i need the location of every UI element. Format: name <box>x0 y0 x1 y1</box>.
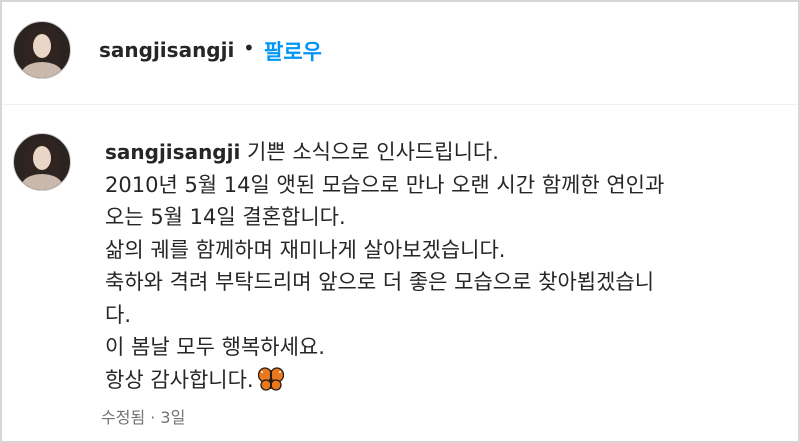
follow-button[interactable]: 팔로우 <box>264 36 322 66</box>
comment-line-4: 삶의 궤를 함께하며 재미나게 살아보겠습니다. <box>105 237 506 262</box>
butterfly-emoji-icon <box>257 366 284 391</box>
comment-line-1: sangjisangji 기쁜 소식으로 인사드립니다. <box>105 136 785 169</box>
comment-body: sangjisangji 기쁜 소식으로 인사드립니다. 2010년 5월 14… <box>105 136 785 396</box>
comment-line-6: 다. <box>105 302 131 327</box>
comment-avatar[interactable] <box>13 133 71 191</box>
post-panel: sangjisangji • 팔로우 sangjisangji 기쁜 소식으로 … <box>0 0 800 443</box>
profile-avatar[interactable] <box>13 21 71 79</box>
comment-line-3: 오는 5월 14일 결혼합니다. <box>105 205 346 229</box>
comment-line-8: 항상 감사합니다. <box>105 364 785 397</box>
comment-text: 기쁜 소식으로 인사드립니다. <box>247 140 499 164</box>
post-header: sangjisangji • 팔로우 <box>2 2 798 105</box>
comment-username[interactable]: sangjisangji <box>105 140 240 164</box>
header-username[interactable]: sangjisangji <box>99 38 234 62</box>
comment-text-last: 항상 감사합니다. <box>105 367 254 392</box>
comment-meta: 수정됨 · 3일 <box>101 408 186 427</box>
comment-line-7: 이 봄날 모두 행복하세요. <box>105 335 325 359</box>
comment-line-5: 축하와 격려 부탁드리며 앞으로 더 좋은 모습으로 찾아뵙겠습니 <box>105 270 655 294</box>
comment-line-2: 2010년 5월 14일 앳된 모습으로 만나 오랜 시간 함께한 연인과 <box>105 172 665 197</box>
separator-dot: • <box>243 36 255 60</box>
